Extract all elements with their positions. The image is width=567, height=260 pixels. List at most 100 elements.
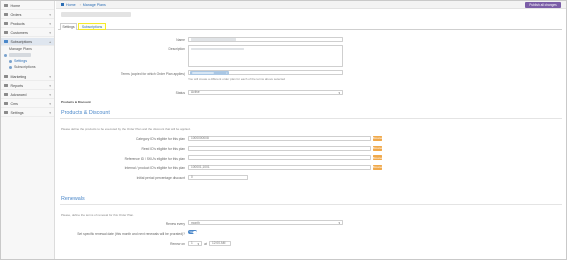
megaphone-icon (4, 74, 8, 79)
renew-on-day-select[interactable]: 1 ▾ (188, 240, 202, 246)
sidebar-item-subscriptions[interactable]: Subscriptions ▴ (1, 38, 54, 46)
terms-help: You will create a different order plan f… (188, 76, 286, 81)
sidebar-item-products[interactable]: Products ▾ (1, 20, 54, 28)
initial-discount-field[interactable]: 0 (188, 174, 248, 180)
category-label: Category ID's eligible for this plan (135, 137, 185, 141)
chevron-down-icon: ▾ (197, 241, 199, 246)
renew-every-label: Renew every (165, 221, 185, 226)
sidebar-item-reports[interactable]: Reports ▾ (1, 82, 54, 90)
divider (60, 118, 562, 119)
internal-value: 100001,1001 (191, 165, 210, 169)
home-icon (61, 3, 64, 6)
remove-tag-icon[interactable]: × (226, 71, 228, 75)
description-field[interactable] (188, 45, 343, 67)
specific-date-label: Set specific renewal date (this month an… (77, 231, 185, 236)
reference-browse-button[interactable]: Browse (373, 155, 382, 160)
folder-icon (4, 53, 7, 57)
breadcrumb-current[interactable]: Manage Plans (83, 3, 106, 7)
sidebar-item-label: Subscriptions (14, 65, 36, 69)
chevron-down-icon: ▾ (49, 22, 51, 27)
sidebar-item-label: Settings (14, 59, 27, 63)
chevron-down-icon: ▾ (49, 111, 51, 116)
sidebar-item-label: Subscriptions (10, 39, 33, 44)
refresh-icon (4, 39, 8, 44)
chevron-up-icon: ▴ (49, 40, 51, 45)
sidebar-subitem-subscriptions[interactable]: Subscriptions (1, 64, 54, 70)
tab-subscriptions[interactable]: Subscriptions (78, 23, 106, 30)
renewals-help: Please, define the terms of renewal for … (61, 212, 135, 217)
renew-every-value: month (191, 220, 200, 225)
user-icon (4, 30, 8, 35)
tab-label: Settings (62, 25, 75, 29)
chevron-down-icon: ▾ (49, 13, 51, 18)
status-select[interactable]: Active ▾ (188, 89, 343, 95)
divider (60, 204, 562, 205)
name-label: Name (176, 38, 185, 42)
sidebar-item-home[interactable]: Home (1, 2, 54, 10)
page-title-blurred (61, 12, 131, 17)
publish-button-label: Publish all changes (529, 2, 557, 7)
term-tag[interactable]: × (190, 71, 229, 76)
specific-date-toggle[interactable]: YES (188, 230, 197, 235)
name-field[interactable] (188, 37, 343, 42)
category-value: 1000000008 (191, 136, 209, 140)
sidebar-item-customers[interactable]: Customers ▾ (1, 29, 54, 37)
status-value: Active (191, 90, 200, 94)
breadcrumb-home[interactable]: Home (66, 3, 76, 7)
publish-button[interactable]: Publish all changes (525, 2, 561, 8)
internal-field[interactable]: 100001,1001 (188, 164, 371, 170)
sidebar-item-label: Home (10, 3, 21, 8)
reference-field[interactable] (188, 155, 371, 160)
blurred-term (192, 72, 214, 75)
chevron-down-icon: ▾ (49, 84, 51, 89)
browse-label: Browse (372, 155, 383, 160)
gear-icon (9, 59, 12, 63)
category-field[interactable]: 1000000008 (188, 135, 371, 141)
cart-icon (4, 12, 8, 17)
browse-label: Browse (372, 146, 383, 150)
sidebar-item-cms[interactable]: Cms ▾ (1, 100, 54, 108)
home-icon (4, 3, 8, 8)
sidebar-item-settings[interactable]: Settings ▾ (1, 109, 54, 117)
reference-label: Reference ID / SKU's eligible for this p… (124, 156, 185, 161)
page-icon (4, 101, 8, 106)
sidebar-item-label: Reports (10, 83, 24, 88)
chevron-down-icon: ▾ (338, 221, 340, 226)
renew-on-label: Renew on (170, 242, 185, 246)
reed-field[interactable] (188, 145, 371, 151)
blurred-plan-name (9, 53, 31, 57)
list-icon (9, 65, 12, 69)
renewals-section-heading: Renewals (61, 196, 85, 202)
category-browse-button[interactable]: Browse (372, 135, 383, 141)
toggle-knob (193, 230, 197, 234)
description-label: Description (168, 47, 186, 51)
box-icon (4, 21, 8, 26)
terms-select[interactable]: × (188, 70, 343, 76)
chevron-down-icon: ▾ (49, 102, 51, 107)
sidebar-item-label: Settings (10, 110, 24, 115)
sidebar-item-label: Marketing (10, 74, 27, 79)
reed-browse-button[interactable]: Browse (372, 145, 383, 151)
renew-every-select[interactable]: month ▾ (188, 220, 343, 225)
sidebar-item-label: Orders (10, 12, 22, 17)
breadcrumb-separator: › (79, 2, 81, 7)
sidebar-item-advanced[interactable]: Advanced ▾ (1, 91, 54, 99)
renew-on-at-label: at (204, 242, 207, 246)
tab-bar: Settings Subscriptions (58, 23, 562, 30)
products-discount-label: Products & Discount (61, 99, 91, 104)
browse-label: Browse (372, 136, 383, 140)
sidebar-item-orders[interactable]: Orders ▾ (1, 11, 54, 19)
sidebar-item-label: Advanced (10, 92, 27, 97)
blurred-value (191, 38, 237, 41)
tab-label: Subscriptions (81, 24, 103, 29)
sidebar-item-label: Customers (10, 30, 28, 35)
initial-discount-label: Initial period percentage discount (136, 176, 185, 180)
products-help: Please define the products to be execute… (61, 127, 191, 131)
chart-icon (4, 83, 8, 88)
renew-on-time-field[interactable]: 12:00 AM (209, 240, 231, 246)
internal-browse-button[interactable]: Browse (373, 164, 382, 170)
renew-on-day-value: 1 (191, 241, 193, 245)
tab-settings[interactable]: Settings (60, 23, 77, 30)
chevron-down-icon: ▾ (338, 90, 340, 95)
sidebar-item-label: Manage Plans (9, 47, 32, 51)
